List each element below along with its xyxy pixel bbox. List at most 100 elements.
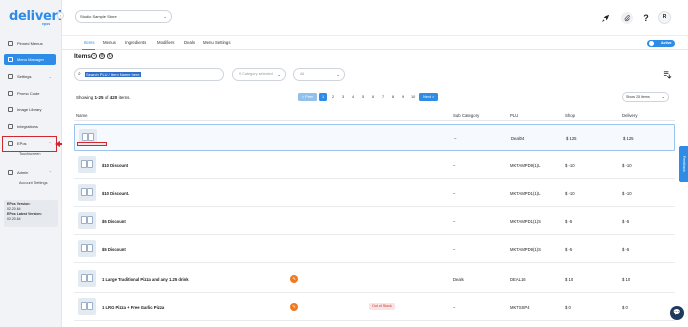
deal-icon: ✎ <box>290 303 298 311</box>
page-button[interactable]: 5 <box>359 93 367 101</box>
sidebar-subitem-touchscreen[interactable]: Touchscreen <box>19 152 41 156</box>
chevron-down-icon: ⌄ <box>163 14 167 19</box>
row-plu: MKTSSP4 <box>510 305 530 310</box>
sidebar-item-menu-manager[interactable]: Menu Manager <box>4 54 56 65</box>
category-select[interactable]: 0 Category selected ⌄ <box>232 68 286 81</box>
settings-icon[interactable]: ⚙ <box>99 53 105 59</box>
sidebar-item-settings[interactable]: Settings ⌄ <box>4 71 56 82</box>
row-sub-category: – <box>453 247 456 252</box>
sidebar-item-label: Menu Manager <box>17 57 44 62</box>
item-thumbnail <box>78 298 96 315</box>
top-bar: Studio Sample Store ⌄ ? R <box>62 0 688 36</box>
row-shop-price: $ -5 <box>565 247 573 252</box>
pin-icon <box>8 41 13 46</box>
status-badge: Out of Stock <box>369 303 395 310</box>
sidebar-subitem-account-settings[interactable]: Account Settings <box>19 181 48 185</box>
active-toggle[interactable]: Active <box>647 40 675 47</box>
sidebar-item-integrations[interactable]: Integrations <box>4 121 56 132</box>
tab-ingredients[interactable]: Ingredients <box>125 40 146 45</box>
row-delivery-price: $ 10 <box>622 277 631 282</box>
row-plu: DEAL16 <box>510 277 526 282</box>
column-header-plu[interactable]: PLU <box>510 113 518 118</box>
epos-version-label: EPos Version: <box>7 202 31 206</box>
export-icon[interactable] <box>663 70 672 81</box>
page-button[interactable]: 2 <box>329 93 337 101</box>
page-button[interactable]: 7 <box>379 93 387 101</box>
page-title: Items <box>74 53 91 60</box>
table-row[interactable]: $5 Discount – MKTAMPD1(1)S $ -5 $ -5 <box>74 208 675 235</box>
column-header-name[interactable]: Name <box>76 113 87 118</box>
page-button[interactable]: 6 <box>369 93 377 101</box>
feedback-tab[interactable]: Feedback <box>679 146 688 182</box>
per-page-value: Show 25 Items <box>626 95 650 99</box>
sidebar-item-pinned-menus[interactable]: Pinned Menus <box>4 38 56 49</box>
tab-bar: Items Menus Ingredients Modifiers Deals … <box>62 36 688 50</box>
chat-icon[interactable]: 💬 <box>670 306 684 320</box>
per-page-select[interactable]: Show 25 Items ⌄ <box>622 92 669 102</box>
gear-icon <box>8 74 13 79</box>
prev-page-button[interactable]: < Prev <box>298 93 318 101</box>
search-icon: ⌕ <box>78 71 81 77</box>
type-select[interactable]: All ⌄ <box>293 68 345 81</box>
table-row[interactable]: – Deal04 $ 125 $ 125 <box>74 124 675 151</box>
row-delivery-price: $ -5 <box>622 247 630 252</box>
page-button[interactable]: 3 <box>339 93 347 101</box>
chevron-up-icon: ⌃ <box>48 170 52 175</box>
row-plu: MKTAMPD1(1)S <box>510 219 541 224</box>
table-row[interactable]: 1 LRG Pizza + Free Garlic Pizza ✎ Out of… <box>74 294 675 321</box>
rocket-icon[interactable] <box>601 13 611 23</box>
next-page-button[interactable]: Next > <box>419 93 439 101</box>
column-header-delivery[interactable]: Delivery <box>622 113 638 118</box>
table-row[interactable]: $10 Discount – MKTAMPD9(1)L $ -10 $ -10 <box>74 152 675 179</box>
plug-icon <box>8 124 13 129</box>
page-button[interactable]: 9 <box>399 93 407 101</box>
search-input[interactable]: ⌕ Search PLU / Item Name here <box>74 68 224 81</box>
row-name: 1 LRG Pizza + Free Garlic Pizza <box>102 305 165 310</box>
chevron-down-icon: ⌄ <box>336 72 340 77</box>
add-item-icon[interactable]: + <box>91 53 97 59</box>
tab-items[interactable]: Items <box>84 40 95 45</box>
tab-deals[interactable]: Deals <box>184 40 195 45</box>
sidebar-collapse-button[interactable]: ‹ <box>57 12 64 19</box>
tab-menus[interactable]: Menus <box>103 40 116 45</box>
row-delivery-price: $ -10 <box>622 191 632 196</box>
page-button[interactable]: 1 <box>319 93 328 101</box>
tab-modifiers[interactable]: Modifiers <box>157 40 174 45</box>
column-header-shop[interactable]: Shop <box>565 113 575 118</box>
page-button[interactable]: 10 <box>409 93 417 101</box>
toggle-label: Active <box>661 41 672 45</box>
table-row[interactable]: 1 Large Traditional Pizza and any 1.25 d… <box>74 266 675 293</box>
store-select[interactable]: Studio Sample Store ⌄ <box>75 10 172 23</box>
epos-latest-version-label: EPos Latest Version: <box>7 212 42 216</box>
sync-icon[interactable]: ↻ <box>107 53 113 59</box>
avatar[interactable]: R <box>658 11 671 24</box>
row-plu: MKTAMPD9(1)S <box>510 247 541 252</box>
row-plu: MKTAMPD9(1)L <box>510 163 541 168</box>
store-select-value: Studio Sample Store <box>80 14 117 19</box>
type-select-value: All <box>300 72 305 76</box>
table-row[interactable]: $5 Discount – MKTAMPD9(1)S $ -5 $ -5 <box>74 236 675 263</box>
chevron-down-icon: ⌄ <box>277 72 281 77</box>
sidebar: deliverit epos Pinned Menus Menu Manager… <box>0 0 71 327</box>
help-icon[interactable]: ? <box>641 13 651 23</box>
row-delivery-price: $ 0 <box>622 305 628 310</box>
column-header-sub-category[interactable]: Sub Category <box>453 113 479 118</box>
row-plu: MKTAMPD1(1)L <box>510 191 541 196</box>
item-thumbnail <box>78 156 96 173</box>
sidebar-item-label: Pinned Menus <box>17 41 43 46</box>
sidebar-item-label: Integrations <box>17 124 38 129</box>
chevron-down-icon: ⌄ <box>661 94 665 99</box>
sidebar-item-promo-code[interactable]: Promo Code <box>4 88 56 99</box>
results-suffix: items. <box>117 95 131 100</box>
table-header: Name Sub Category PLU Shop Delivery <box>74 109 675 121</box>
row-shop-price: $ 0 <box>565 305 571 310</box>
sidebar-item-image-library[interactable]: Image Library <box>4 104 56 115</box>
paperclip-icon[interactable] <box>621 12 633 24</box>
page-button[interactable]: 4 <box>349 93 357 101</box>
sidebar-item-label: Promo Code <box>17 91 40 96</box>
page-button[interactable]: 8 <box>389 93 397 101</box>
sidebar-item-admin[interactable]: Admin ⌃ <box>4 167 56 178</box>
tab-menu-settings[interactable]: Menu Settings <box>203 40 230 45</box>
table-row[interactable]: $10 Discount. – MKTAMPD1(1)L $ -10 $ -10 <box>74 180 675 207</box>
deal-icon: ✎ <box>290 275 298 283</box>
